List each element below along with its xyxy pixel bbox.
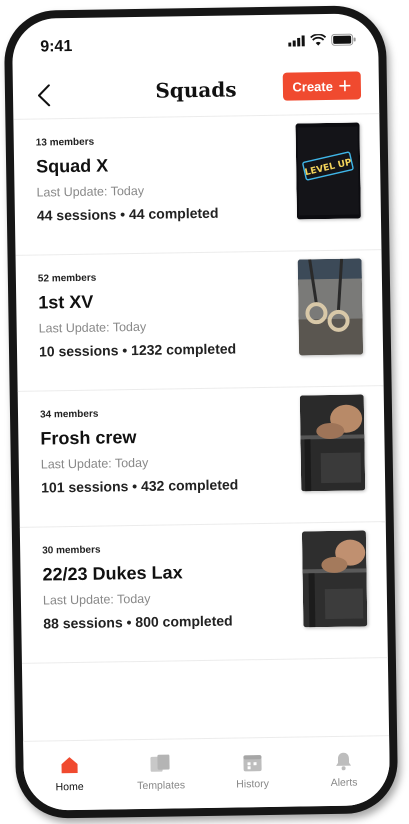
squad-thumbnail bbox=[299, 394, 366, 492]
squad-list: 13 members Squad X Last Update: Today 44… bbox=[13, 113, 388, 664]
status-time: 9:41 bbox=[40, 37, 73, 56]
squad-stats: 10 sessions • 1232 completed bbox=[38, 340, 237, 360]
squad-card-text: 34 members Frosh crew Last Update: Today… bbox=[40, 406, 275, 496]
squad-last-update: Last Update: Today bbox=[36, 183, 145, 200]
athlete-image bbox=[299, 394, 366, 492]
create-button-label: Create bbox=[292, 78, 334, 95]
tab-home[interactable]: Home bbox=[29, 754, 110, 793]
stage: 9:41 Squads Create 13 members Squad X La… bbox=[0, 0, 409, 824]
battery-icon bbox=[331, 33, 356, 46]
create-button[interactable]: Create bbox=[282, 71, 362, 101]
nav-bar: Squads Create bbox=[13, 65, 380, 121]
tab-label: Alerts bbox=[330, 776, 358, 790]
squad-name: 22/23 Dukes Lax bbox=[42, 562, 183, 585]
squad-members: 34 members bbox=[39, 408, 99, 421]
templates-icon bbox=[150, 754, 170, 772]
squad-card-text: 52 members 1st XV Last Update: Today 10 … bbox=[38, 270, 273, 360]
tab-alerts[interactable]: Alerts bbox=[304, 750, 385, 789]
phone-frame: 9:41 Squads Create 13 members Squad X La… bbox=[3, 5, 399, 819]
squad-card-text: 30 members 22/23 Dukes Lax Last Update: … bbox=[42, 542, 277, 632]
squad-members: 30 members bbox=[42, 544, 101, 557]
squad-card[interactable]: 13 members Squad X Last Update: Today 44… bbox=[13, 113, 382, 255]
wifi-icon bbox=[310, 33, 327, 46]
signal-icon bbox=[288, 35, 305, 47]
tab-bar: Home Templates History Alerts bbox=[23, 735, 391, 811]
squad-name: Squad X bbox=[35, 155, 109, 177]
squad-name: 1st XV bbox=[38, 291, 94, 313]
tab-templates[interactable]: Templates bbox=[121, 753, 202, 792]
status-indicators bbox=[288, 33, 356, 47]
squad-thumbnail bbox=[297, 258, 364, 356]
squad-card[interactable]: 30 members 22/23 Dukes Lax Last Update: … bbox=[19, 521, 388, 664]
squad-last-update: Last Update: Today bbox=[38, 319, 147, 336]
tab-label: Templates bbox=[137, 779, 186, 793]
phone-screen: 9:41 Squads Create 13 members Squad X La… bbox=[11, 13, 391, 811]
squad-members: 13 members bbox=[35, 136, 95, 149]
squad-card[interactable]: 34 members Frosh crew Last Update: Today… bbox=[17, 385, 386, 527]
tab-label: History bbox=[236, 777, 270, 791]
squad-name: Frosh crew bbox=[40, 427, 137, 449]
athlete-image bbox=[301, 530, 368, 628]
squad-card-text: 13 members Squad X Last Update: Today 44… bbox=[36, 134, 271, 224]
squad-stats: 44 sessions • 44 completed bbox=[36, 204, 219, 224]
squad-members: 52 members bbox=[37, 272, 97, 285]
status-bar: 9:41 bbox=[12, 13, 379, 67]
tab-history[interactable]: History bbox=[212, 752, 293, 791]
neon-sign-image: LEVEL UP bbox=[295, 122, 361, 220]
squad-card[interactable]: 52 members 1st XV Last Update: Today 10 … bbox=[15, 249, 384, 391]
squad-last-update: Last Update: Today bbox=[42, 591, 151, 608]
home-icon bbox=[61, 757, 78, 774]
squad-thumbnail: LEVEL UP bbox=[295, 122, 361, 220]
gym-rings-image bbox=[297, 258, 364, 356]
plus-icon bbox=[339, 80, 351, 92]
calendar-icon bbox=[243, 755, 262, 772]
squad-stats: 88 sessions • 800 completed bbox=[43, 612, 233, 632]
squad-thumbnail bbox=[301, 530, 368, 628]
tab-label: Home bbox=[55, 780, 84, 794]
bell-icon bbox=[336, 752, 352, 771]
squad-stats: 101 sessions • 432 completed bbox=[41, 476, 239, 496]
squad-last-update: Last Update: Today bbox=[40, 455, 149, 472]
